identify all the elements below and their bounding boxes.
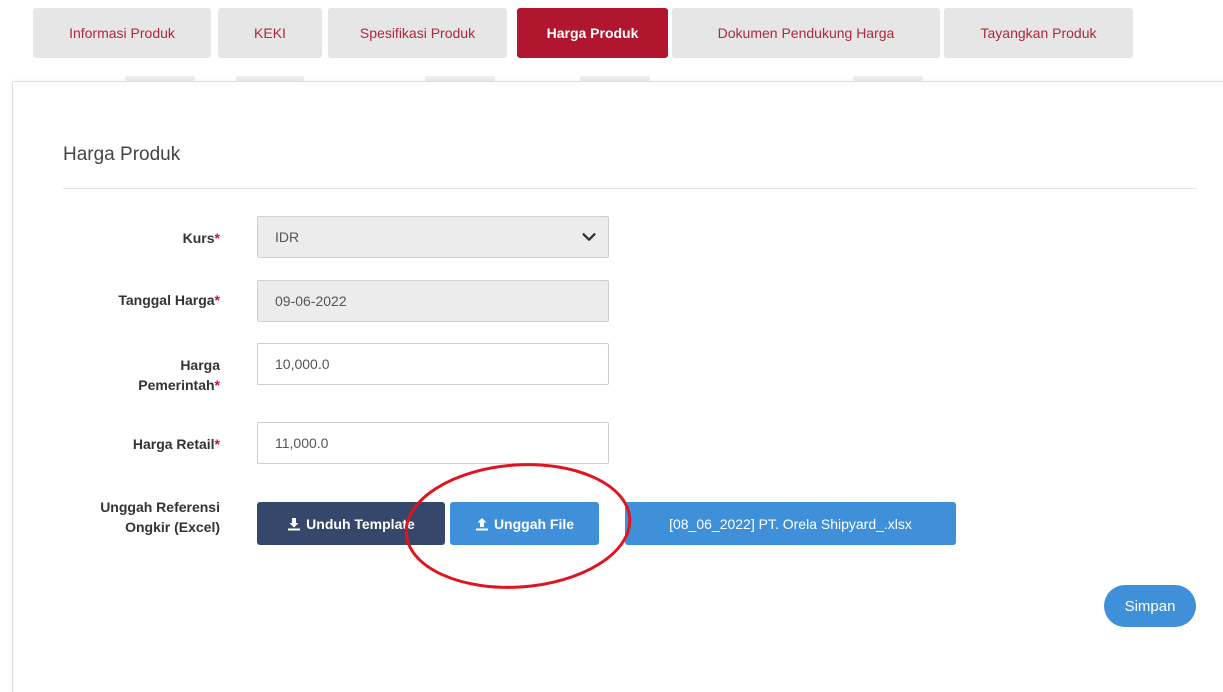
upload-icon (475, 517, 488, 530)
harga-pemerintah-label: Harga Pemerintah* (138, 357, 220, 393)
kurs-value: IDR (275, 229, 300, 245)
simpan-label: Simpan (1124, 597, 1176, 615)
tab-dokumen-pendukung-harga[interactable]: Dokumen Pendukung Harga (672, 8, 940, 58)
tanggal-harga-field[interactable]: 09-06-2022 (257, 280, 609, 322)
unggah-file-label: Unggah File (493, 515, 575, 532)
section-divider (63, 188, 1197, 189)
kurs-select[interactable]: IDR (257, 216, 609, 258)
unggah-referensi-label: Unggah Referensi Ongkir (Excel) (100, 499, 220, 535)
harga-retail-label: Harga Retail* (132, 436, 220, 452)
tanggal-harga-label: Tanggal Harga* (118, 292, 220, 308)
simpan-button[interactable]: Simpan (1104, 585, 1196, 627)
uploaded-file-link[interactable]: [08_06_2022] PT. Orela Shipyard_.xlsx (625, 502, 956, 545)
chevron-down-icon (582, 233, 596, 241)
tab-informasi-produk[interactable]: Informasi Produk (33, 8, 211, 58)
download-icon (288, 517, 301, 530)
harga-retail-input[interactable]: 11,000.0 (257, 422, 609, 464)
kurs-label: Kurs* (182, 230, 220, 246)
harga-retail-value: 11,000.0 (275, 435, 329, 451)
unggah-file-button[interactable]: Unggah File (450, 502, 599, 545)
tab-spesifikasi-produk[interactable]: Spesifikasi Produk (328, 8, 507, 58)
tab-keki[interactable]: KEKI (218, 8, 322, 58)
file-name-label: [08_06_2022] PT. Orela Shipyard_.xlsx (669, 515, 912, 532)
tab-harga-produk[interactable]: Harga Produk (517, 8, 668, 58)
harga-pemerintah-input[interactable]: 10,000.0 (257, 343, 609, 385)
unduh-template-label: Unduh Template (306, 515, 415, 532)
tab-tayangkan-produk[interactable]: Tayangkan Produk (944, 8, 1133, 58)
harga-pemerintah-value: 10,000.0 (275, 356, 330, 372)
unduh-template-button[interactable]: Unduh Template (257, 502, 445, 545)
tanggal-harga-value: 09-06-2022 (275, 293, 347, 309)
section-title: Harga Produk (63, 144, 181, 165)
